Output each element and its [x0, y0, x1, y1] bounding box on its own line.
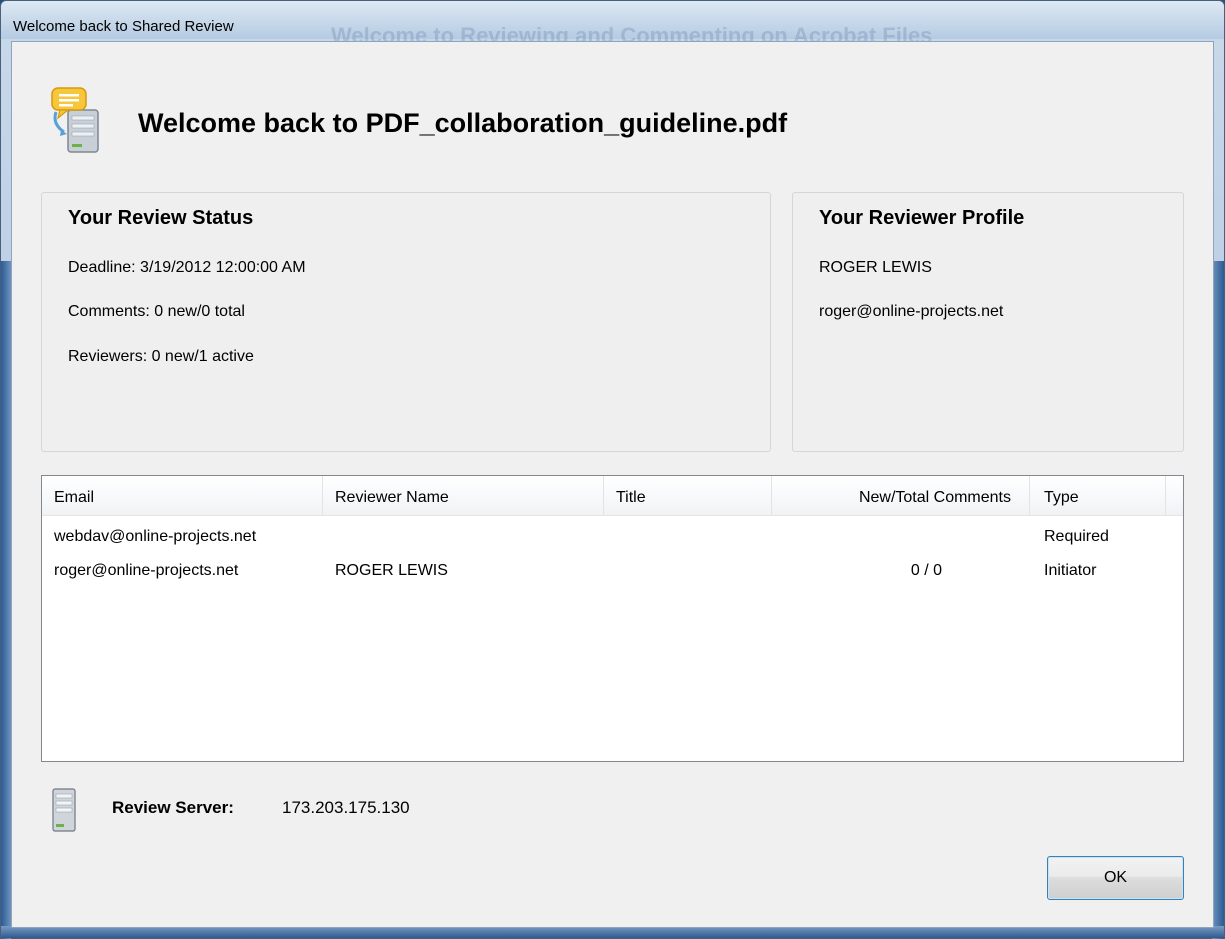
dialog-window: Welcome to Reviewing and Commenting on A…	[0, 0, 1225, 939]
reviewer-profile-heading: Your Reviewer Profile	[819, 207, 1025, 229]
table-row[interactable]: roger@online-projects.net ROGER LEWIS 0 …	[42, 555, 1183, 587]
cell-email: webdav@online-projects.net	[54, 528, 257, 545]
cell-title	[616, 555, 766, 587]
dialog-body: Welcome back to PDF_collaboration_guidel…	[11, 41, 1214, 928]
column-header-comments[interactable]: New/Total Comments	[772, 476, 1030, 516]
review-server-label: Review Server:	[112, 798, 234, 817]
review-status-heading: Your Review Status	[68, 207, 254, 229]
reviewer-email: roger@online-projects.net	[819, 303, 1004, 320]
cell-comments: 0 / 0	[910, 562, 942, 579]
column-header-reviewer-name[interactable]: Reviewer Name	[323, 476, 604, 516]
server-icon	[52, 788, 76, 832]
frame-edge-left	[1, 261, 11, 939]
column-header-title[interactable]: Title	[604, 476, 772, 516]
table-row[interactable]: webdav@online-projects.net Required	[42, 521, 1183, 553]
cell-reviewer-name	[335, 521, 605, 553]
deadline-text: Deadline: 3/19/2012 12:00:00 AM	[68, 259, 306, 276]
cell-email: roger@online-projects.net	[54, 562, 239, 579]
reviewer-name: ROGER LEWIS	[819, 259, 932, 276]
window-title: Welcome back to Shared Review	[13, 18, 234, 35]
ok-button[interactable]: OK	[1047, 856, 1184, 900]
comments-count-text: Comments: 0 new/0 total	[68, 303, 245, 320]
reviewers-table[interactable]: Email Reviewer Name Title New/Total Comm…	[41, 475, 1184, 762]
cell-comments	[772, 521, 942, 553]
cell-type: Initiator	[1044, 562, 1097, 579]
table-header: Email Reviewer Name Title New/Total Comm…	[42, 476, 1183, 516]
reviewers-count-text: Reviewers: 0 new/1 active	[68, 348, 254, 365]
reviewer-profile-panel: Your Reviewer Profile ROGER LEWIS roger@…	[792, 192, 1184, 452]
cell-title	[616, 521, 766, 553]
review-server-address: 173.203.175.130	[282, 798, 410, 817]
column-header-type[interactable]: Type	[1030, 476, 1166, 516]
column-header-filler	[1166, 476, 1184, 516]
dialog-heading: Welcome back to PDF_collaboration_guidel…	[138, 108, 788, 138]
cell-reviewer-name: ROGER LEWIS	[335, 562, 448, 579]
cell-type: Required	[1044, 528, 1109, 545]
shared-review-icon	[51, 87, 99, 153]
title-bar[interactable]: Welcome to Reviewing and Commenting on A…	[1, 1, 1224, 48]
column-header-email[interactable]: Email	[42, 476, 323, 516]
review-status-panel: Your Review Status Deadline: 3/19/2012 1…	[41, 192, 771, 452]
